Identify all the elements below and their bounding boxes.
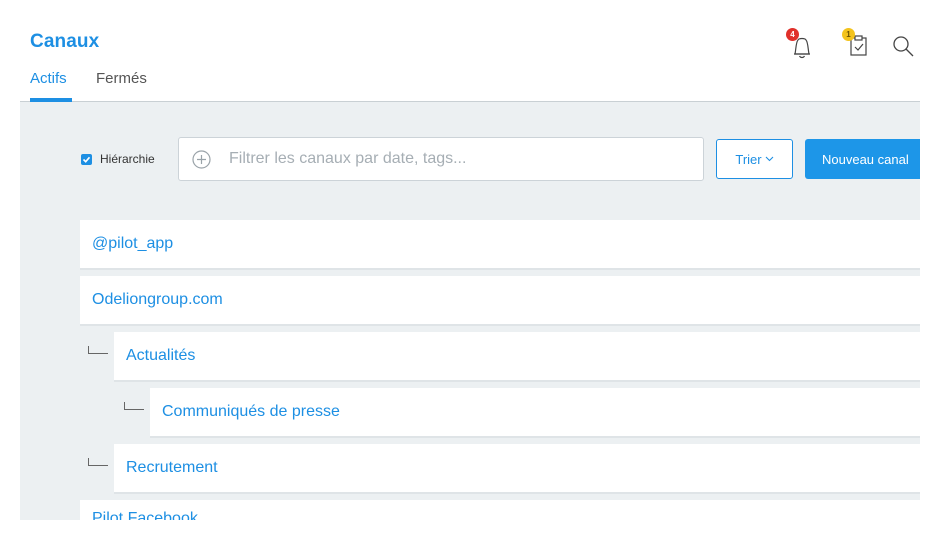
hierarchy-label: Hiérarchie <box>100 152 155 166</box>
notifications-badge: 4 <box>786 28 799 41</box>
active-tab-indicator <box>30 98 72 102</box>
sort-button-label: Trier <box>735 151 762 167</box>
hierarchy-toggle[interactable]: Hiérarchie <box>81 152 155 166</box>
tree-connector <box>88 346 108 354</box>
channel-row[interactable]: Recrutement <box>114 444 920 494</box>
tasks-button[interactable]: 1 <box>842 28 872 62</box>
new-channel-button[interactable]: Nouveau canal <box>805 139 920 179</box>
hierarchy-checkbox[interactable] <box>81 153 92 165</box>
search-icon <box>893 36 914 57</box>
channel-name: @pilot_app <box>92 235 174 252</box>
tree-connector <box>88 458 108 466</box>
channel-row[interactable]: Odeliongroup.com <box>80 276 920 326</box>
tree-connector <box>124 402 144 410</box>
channel-name: Recrutement <box>126 459 218 476</box>
tab-actifs[interactable]: Actifs <box>30 70 67 87</box>
page-header: Canaux Actifs Fermés 4 1 <box>20 20 920 102</box>
search-button[interactable] <box>888 28 918 62</box>
filter-box[interactable] <box>178 137 704 181</box>
notifications-button[interactable]: 4 <box>786 28 816 62</box>
page-title: Canaux <box>30 31 100 52</box>
channel-name: Communiqués de presse <box>162 403 340 420</box>
plus-circle-icon[interactable] <box>192 150 211 169</box>
channel-row[interactable]: @pilot_app <box>80 220 920 270</box>
tasks-badge: 1 <box>842 28 855 41</box>
checkmark-icon <box>82 156 91 163</box>
channel-name: Pilot Facebook <box>92 510 198 520</box>
channel-name: Odeliongroup.com <box>92 291 223 308</box>
channel-row[interactable]: Pilot Facebook <box>80 500 920 520</box>
channel-row[interactable]: Communiqués de presse <box>150 388 920 438</box>
channel-toolbar: Hiérarchie Trier Nouveau canal <box>20 137 920 181</box>
channel-row[interactable]: Actualités <box>114 332 920 382</box>
app-frame: Canaux Actifs Fermés 4 1 Hiérarchie Filt… <box>20 20 920 520</box>
tab-fermes[interactable]: Fermés <box>96 70 147 87</box>
channel-name: Actualités <box>126 347 196 364</box>
chevron-down-icon <box>765 154 774 165</box>
filter-input[interactable] <box>229 138 689 180</box>
sort-button[interactable]: Trier <box>716 139 793 179</box>
